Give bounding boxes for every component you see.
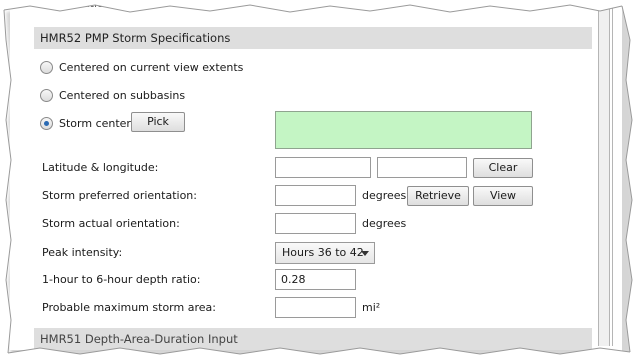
view-button[interactable]: View: [473, 186, 533, 206]
clear-button[interactable]: Clear: [473, 158, 533, 178]
chevron-down-icon: [361, 251, 369, 256]
option-subbasins[interactable]: Centered on subbasins: [40, 84, 185, 106]
lat-long-label: Latitude & longitude:: [42, 161, 159, 174]
peak-intensity-value: Hours 36 to 42: [282, 246, 364, 259]
radio-current-view[interactable]: [40, 60, 53, 74]
option-label: Centered on current view extents: [59, 60, 244, 74]
option-label: Centered on subbasins: [59, 88, 186, 102]
radio-storm-center[interactable]: [40, 116, 53, 130]
option-label: Storm center:: [59, 116, 135, 130]
pick-button[interactable]: Pick: [131, 112, 185, 132]
depth-ratio-input[interactable]: 0.28: [275, 269, 356, 290]
next-section-header: HMR51 Depth-Area-Duration Input: [34, 328, 592, 350]
peak-intensity-select[interactable]: Hours 36 to 42: [275, 242, 375, 264]
storm-center-display: [275, 111, 532, 149]
radio-subbasins[interactable]: [40, 88, 53, 102]
latitude-input[interactable]: [275, 157, 371, 178]
retrieve-button[interactable]: Retrieve: [407, 186, 469, 206]
preferred-orientation-unit: degrees: [362, 189, 407, 202]
section-header: HMR52 PMP Storm Specifications: [34, 27, 592, 49]
scrollbar-area: [592, 0, 622, 352]
max-area-input[interactable]: [275, 297, 356, 318]
option-current-view[interactable]: Centered on current view extents: [40, 56, 243, 78]
vertical-scrollbar[interactable]: [598, 6, 610, 346]
preferred-orientation-label: Storm preferred orientation:: [42, 189, 197, 202]
depth-ratio-label: 1-hour to 6-hour depth ratio:: [42, 273, 201, 286]
longitude-input[interactable]: [377, 157, 467, 178]
option-storm-center[interactable]: Storm center:: [40, 112, 134, 134]
window-edge: [612, 6, 617, 346]
actual-orientation-unit: degrees: [362, 217, 407, 230]
peak-intensity-label: Peak intensity:: [42, 246, 123, 259]
options-panel: Precipitation type: HMR52 PMP Storm Spec…: [10, 0, 592, 350]
previous-section-label: Precipitation type:: [42, 0, 143, 10]
max-area-unit: mi²: [362, 301, 381, 314]
max-area-label: Probable maximum storm area:: [42, 301, 216, 314]
preferred-orientation-input[interactable]: [275, 185, 356, 206]
actual-orientation-input[interactable]: [275, 213, 356, 234]
actual-orientation-label: Storm actual orientation:: [42, 217, 180, 230]
